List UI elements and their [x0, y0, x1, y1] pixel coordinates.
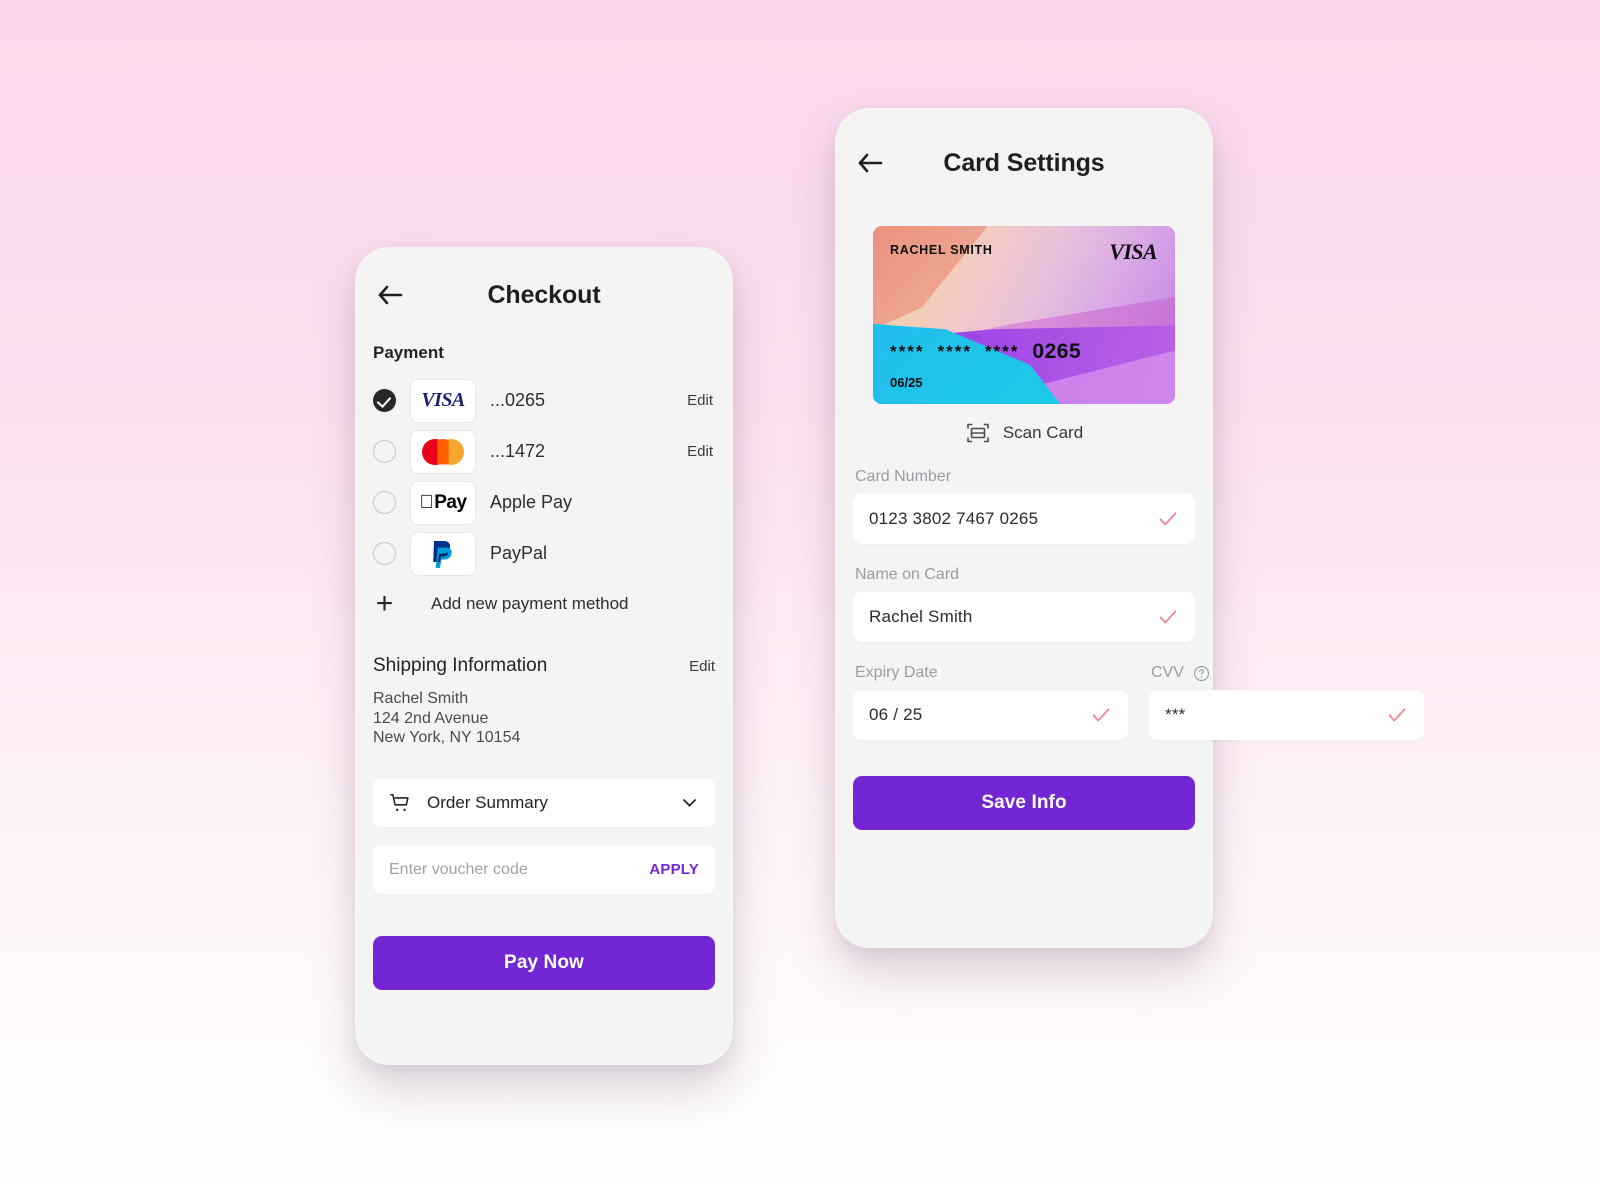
save-info-button[interactable]: Save Info [853, 776, 1195, 830]
check-icon [1157, 606, 1179, 628]
plus-icon: + [375, 587, 394, 620]
payment-radio-mastercard[interactable] [373, 440, 396, 463]
check-icon [1386, 704, 1408, 726]
card-number-label: Card Number [855, 468, 952, 485]
payment-radio-visa[interactable] [373, 389, 396, 412]
expiry-date-input[interactable] [869, 705, 1090, 725]
payment-method-row[interactable]: ...1472 Edit [373, 426, 715, 477]
payment-radio-applepay[interactable] [373, 491, 396, 514]
credit-card-number: **** **** **** 0265 [890, 340, 1081, 364]
card-last-four: 0265 [1032, 340, 1082, 363]
shipping-title: Shipping Information [373, 655, 548, 676]
checkout-screen: Checkout Payment VISA ...0265 Edit ...14… [355, 247, 733, 1065]
card-number-field[interactable] [853, 494, 1195, 544]
check-icon [1157, 508, 1179, 530]
card-settings-screen: Card Settings RACHEL SMITH VISA **** ***… [835, 108, 1424, 948]
card-settings-header: Card Settings [853, 108, 1195, 218]
order-summary-accordion[interactable]: Order Summary [373, 778, 715, 828]
masked-group: **** [984, 342, 1020, 361]
name-on-card-field[interactable] [853, 592, 1195, 642]
cvv-label-row: CVV [1151, 664, 1424, 682]
arrow-left-icon[interactable] [853, 146, 887, 180]
payment-method-label: PayPal [490, 543, 548, 563]
scan-card-button[interactable]: Scan Card [853, 420, 1195, 446]
shipping-street: 124 2nd Avenue [373, 709, 489, 727]
arrow-left-icon[interactable] [373, 278, 407, 312]
paypal-logo-icon [410, 531, 476, 576]
question-circle-icon[interactable] [1193, 665, 1210, 682]
payment-radio-paypal[interactable] [373, 542, 396, 565]
mastercard-logo-icon [410, 429, 476, 474]
masked-group: **** [937, 342, 972, 361]
scan-frame-icon [965, 420, 991, 446]
payment-edit-link[interactable]: Edit [687, 443, 715, 460]
expiry-date-field[interactable] [853, 690, 1128, 740]
scan-card-label: Scan Card [1002, 423, 1084, 442]
name-on-card-input[interactable] [869, 607, 1157, 627]
check-icon [1090, 704, 1112, 726]
payment-method-label: ...0265 [490, 390, 546, 410]
checkout-header: Checkout [373, 247, 715, 343]
shipping-edit-link[interactable]: Edit [689, 658, 715, 675]
payment-method-row[interactable]: PayPal [373, 528, 715, 579]
chevron-down-icon[interactable] [680, 793, 699, 812]
card-number-input[interactable] [869, 509, 1157, 529]
apply-voucher-button[interactable]: APPLY [649, 861, 699, 878]
payment-edit-link[interactable]: Edit [687, 392, 715, 409]
shipping-city-state-zip: New York, NY 10154 [373, 729, 521, 747]
visa-logo-icon: VISA [410, 378, 476, 423]
add-payment-method-label: Add new payment method [431, 594, 629, 613]
visa-logo-icon: VISA [1109, 239, 1157, 264]
payment-method-label: ...1472 [490, 441, 546, 461]
page-title: Checkout [487, 280, 601, 309]
pay-now-button[interactable]: Pay Now [373, 936, 715, 991]
credit-card-holder-name: RACHEL SMITH [890, 243, 993, 257]
payment-method-row[interactable]: VISA ...0265 Edit [373, 375, 715, 426]
order-summary-label: Order Summary [427, 792, 548, 812]
expiry-date-label: Expiry Date [855, 664, 938, 681]
masked-group: **** [890, 342, 925, 361]
cvv-label: CVV [1151, 664, 1184, 681]
credit-card-expiry: 06/25 [890, 375, 923, 390]
page-title: Card Settings [943, 148, 1105, 177]
name-on-card-label: Name on Card [855, 566, 960, 583]
cvv-input[interactable] [1165, 705, 1386, 725]
shipping-address: Rachel Smith 124 2nd Avenue New York, NY… [373, 689, 715, 748]
payment-method-row[interactable]: Pay Apple Pay [373, 477, 715, 528]
credit-card-preview: RACHEL SMITH VISA **** **** **** 0265 06… [873, 226, 1175, 404]
payment-section-label: Payment [373, 343, 444, 362]
cvv-field[interactable] [1149, 690, 1424, 740]
voucher-field[interactable]: APPLY [373, 845, 715, 895]
shipping-name: Rachel Smith [373, 690, 469, 707]
payment-method-label: Apple Pay [490, 492, 573, 512]
shopping-cart-icon [389, 792, 411, 814]
shipping-header: Shipping Information Edit [373, 655, 715, 677]
apple-pay-logo-icon: Pay [410, 480, 476, 525]
voucher-input[interactable] [389, 860, 650, 879]
add-payment-method-button[interactable]: + Add new payment method [373, 589, 715, 619]
